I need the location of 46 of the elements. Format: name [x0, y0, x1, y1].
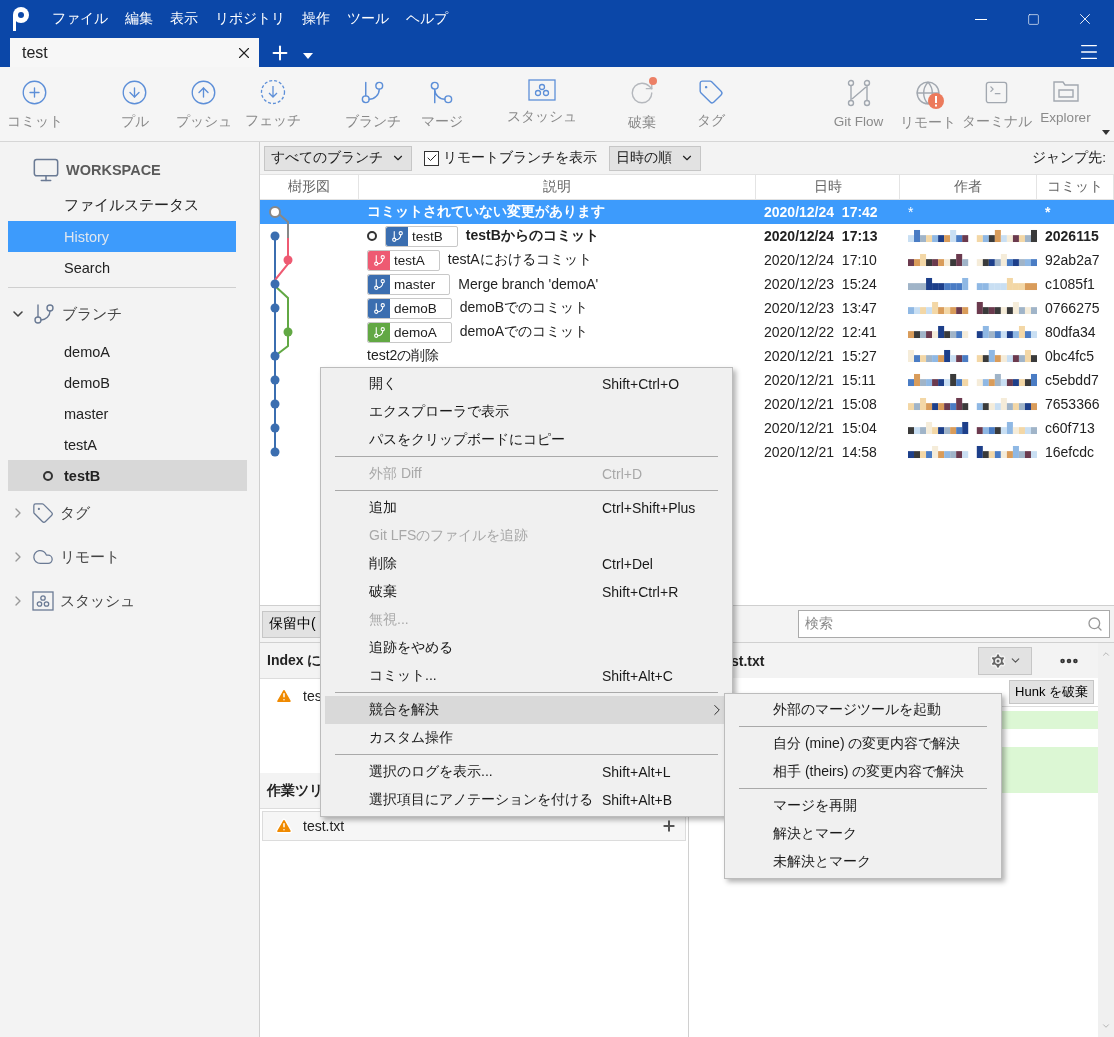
commit-hash: c1085f1	[1045, 276, 1095, 292]
commit-hash: *	[1045, 204, 1051, 220]
workspace-title: WORKSPACE	[66, 162, 161, 178]
jump-label: ジャンプ先:	[1032, 149, 1106, 167]
commit-message: コミットされていない変更があります	[367, 203, 605, 221]
commit-message: Merge branch 'demoA'	[458, 276, 599, 292]
commit-hash: 80dfa34	[1045, 324, 1096, 340]
commit-date: 2020/12/24 17:13	[764, 228, 878, 244]
branch-name: demoB	[64, 374, 110, 391]
branch-label: testB	[385, 225, 458, 247]
commit-hash: 2026115	[1045, 228, 1099, 244]
file-name: test.txt	[303, 818, 345, 834]
commit-hash: 7653366	[1045, 396, 1100, 412]
commit-message: demoBでのコミット	[459, 299, 589, 317]
commit-date: 2020/12/21 15:27	[764, 348, 877, 364]
commit-date: 2020/12/21 15:11	[764, 372, 876, 388]
commit-hash: 92ab2a7	[1045, 252, 1100, 268]
commit-message: testAにおけるコミット	[447, 251, 592, 269]
commit-hash: c60f713	[1045, 420, 1095, 436]
commit-hash: 16efcdc	[1045, 444, 1095, 460]
branch-name: testB	[64, 467, 101, 484]
branch-name: testA	[64, 436, 98, 453]
tab-title: test	[22, 43, 48, 62]
commit-date: 2020/12/21 15:08	[764, 396, 877, 412]
commit-date: 2020/12/21 15:04	[764, 420, 877, 436]
branch-name: master	[64, 405, 109, 422]
commit-hash: 0bc4fc5	[1045, 348, 1095, 364]
commit-date: 2020/12/21 14:58	[764, 444, 877, 460]
commit-date: 2020/12/24 17:42	[764, 204, 878, 220]
commit-date: 2020/12/22 12:41	[764, 324, 877, 340]
commit-date: 2020/12/24 17:10	[764, 252, 877, 268]
commit-author: *	[908, 204, 914, 220]
commit-date: 2020/12/23 15:24	[764, 276, 877, 292]
branch-name: demoA	[64, 343, 110, 360]
commit-date: 2020/12/23 13:47	[764, 300, 877, 316]
commit-message: test2の削除	[367, 347, 440, 365]
commit-hash: c5ebdd7	[1045, 372, 1099, 388]
commit-message: testBからのコミット	[465, 227, 599, 245]
commit-message: demoAでのコミット	[459, 323, 589, 341]
branch-label: demoA	[367, 321, 452, 343]
checkbox-label: リモートブランチを表示	[443, 149, 597, 167]
diff-file-title: st.txt	[731, 652, 765, 669]
branch-label: master	[367, 273, 451, 295]
branch-label: testA	[367, 249, 440, 271]
commit-hash: 0766275	[1045, 300, 1100, 316]
branch-label: demoB	[367, 297, 452, 319]
